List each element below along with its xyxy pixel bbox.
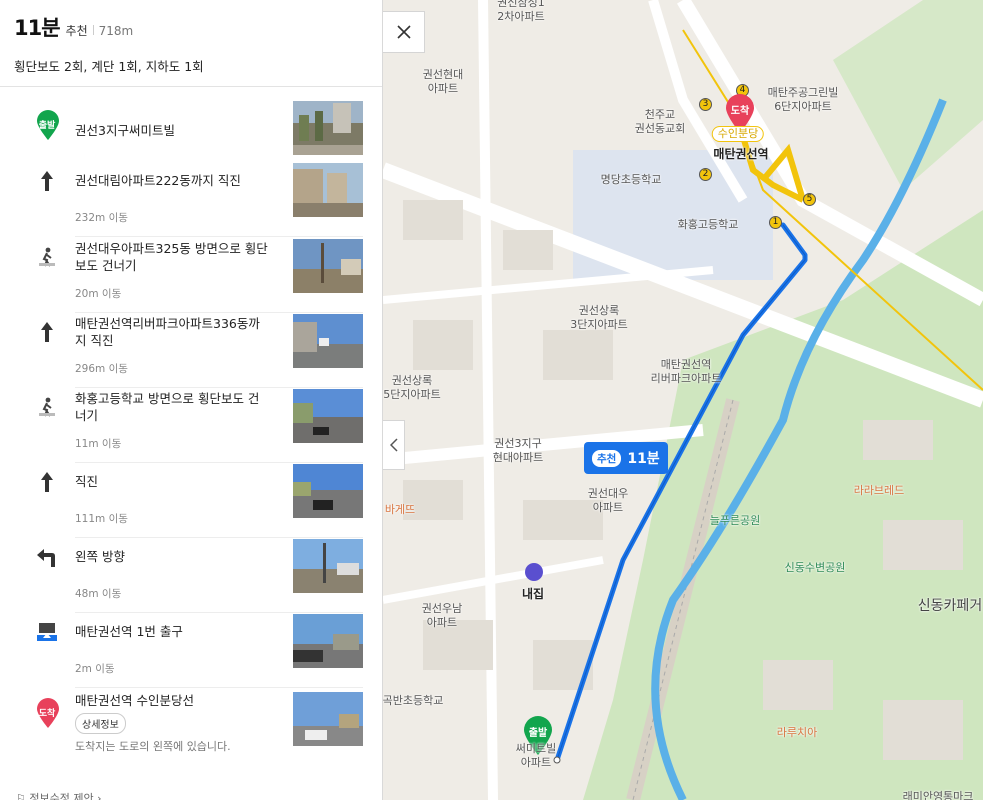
map-label: 라라브레드 (853, 484, 905, 497)
map-canvas[interactable]: 4 3 2 5 1 도착 수인분당 출발 권선삼성1 2차아파트 권선현대 아파트 … (383, 0, 983, 800)
exit-3-marker[interactable]: 3 (699, 98, 712, 111)
map-label-home[interactable]: 내집 (522, 587, 544, 601)
map-label: 권선상록 3단지아파트 (570, 304, 628, 331)
step-label: 직진 (75, 474, 99, 489)
close-button[interactable] (383, 11, 425, 53)
arrival-note: 도착지는 도로의 왼쪽에 있습니다. (75, 740, 231, 753)
step-distance: 232m 이동 (75, 212, 128, 224)
street-view-thumbnail[interactable] (293, 464, 363, 518)
street-view-thumbnail[interactable] (293, 314, 363, 368)
route-bubble-tag: 추천 (592, 449, 622, 467)
step-item[interactable]: 왼쪽 방향 48m 이동 (0, 526, 382, 601)
street-view-thumbnail[interactable] (293, 163, 363, 217)
step-distance: 20m 이동 (75, 288, 122, 300)
map-label: 천주교 권선동교회 (634, 108, 686, 135)
exit-2-marker[interactable]: 2 (699, 168, 712, 181)
route-summary: 11분 추천 718m 횡단보도 2회, 계단 1회, 지하도 1회 (0, 0, 382, 87)
step-label: 매탄권선역 수인분당선 (75, 693, 194, 708)
divider (92, 25, 94, 35)
route-bubble-time: 11분 (627, 451, 660, 467)
crosswalk-icon (34, 394, 60, 420)
subway-exit-icon (34, 619, 60, 645)
arrival-map-pin-label: 도착 (730, 106, 750, 117)
step-label: 매탄권선역리버파크아파트336동까지 직진 (75, 316, 260, 348)
detail-info-button[interactable]: 상세정보 (75, 713, 126, 734)
collapse-panel-button[interactable] (383, 420, 405, 470)
route-distance: 718m (98, 24, 134, 38)
map-label: 신동수변공원 (784, 561, 846, 574)
street-view-thumbnail[interactable] (293, 239, 363, 293)
exit-1-marker[interactable]: 1 (769, 216, 782, 229)
step-item[interactable]: 매탄권선역리버파크아파트336동까지 직진 296m 이동 (0, 301, 382, 376)
street-view-thumbnail[interactable] (293, 539, 363, 593)
suggest-edit-link[interactable]: ⚐ 정보수정 제안 › (16, 790, 101, 800)
straight-arrow-icon (34, 469, 60, 495)
departure-badge: 출발 (38, 121, 56, 131)
route-time-bubble[interactable]: 추천 11분 (584, 442, 668, 474)
step-item[interactable]: 권선대우아파트325동 방면으로 횡단보도 건너기 20m 이동 (0, 226, 382, 301)
step-item[interactable]: 매탄권선역 1번 출구 2m 이동 (0, 601, 382, 676)
map-label: 늘푸른공원 (709, 514, 761, 527)
chevron-right-icon: › (97, 792, 102, 800)
map-label-station[interactable]: 매탄권선역 (713, 147, 768, 161)
chevron-left-icon (389, 438, 398, 452)
step-item[interactable]: 권선대림아파트222동까지 직진 232m 이동 (0, 150, 382, 225)
turn-left-arrow-icon (34, 544, 60, 570)
route-obstacles: 횡단보도 2회, 계단 1회, 지하도 1회 (14, 59, 204, 74)
close-icon (396, 25, 411, 39)
straight-arrow-icon (34, 319, 60, 345)
step-item[interactable]: 화홍고등학교 방면으로 횡단보도 건너기 11m 이동 (0, 376, 382, 451)
departure-map-pin-label: 출발 (528, 728, 548, 739)
map-label: 라루치아 (776, 726, 818, 739)
map-label: 써미트빌 아파트 (515, 742, 557, 769)
step-item[interactable]: 직진 111m 이동 (0, 451, 382, 526)
street-view-thumbnail[interactable] (293, 101, 363, 155)
route-time: 11분 (14, 16, 61, 40)
street-view-thumbnail[interactable] (293, 614, 363, 668)
straight-arrow-icon (34, 168, 60, 194)
subway-line-label: 수인분당 (711, 126, 765, 142)
step-distance: 111m 이동 (75, 513, 128, 525)
step-label: 왼쪽 방향 (75, 549, 125, 564)
map-label: 매탄권선역 리버파크아파트 (650, 358, 722, 385)
step-label: 권선3지구써미트빌 (75, 123, 175, 138)
street-view-thumbnail[interactable] (293, 389, 363, 443)
recommend-tag: 추천 (65, 24, 88, 38)
map-label: 곡반초등학교 (383, 694, 444, 707)
home-marker-icon[interactable] (525, 563, 543, 581)
route-panel: 11분 추천 718m 횡단보도 2회, 계단 1회, 지하도 1회 출발 권선… (0, 0, 383, 800)
flag-icon: ⚐ (16, 792, 30, 800)
map-label: 권선삼성1 2차아파트 (497, 0, 545, 23)
street-view-thumbnail[interactable] (293, 692, 363, 746)
map-label: 권선우남 아파트 (421, 602, 463, 629)
arrival-pin-icon: 도착 (35, 698, 61, 728)
step-distance: 11m 이동 (75, 438, 122, 450)
map-label: 권선상록 5단지아파트 (383, 374, 441, 401)
step-distance: 48m 이동 (75, 588, 122, 600)
step-label: 매탄권선역 1번 출구 (75, 624, 183, 639)
departure-pin-icon: 출발 (35, 110, 61, 140)
map-label: 화홍고등학교 (677, 218, 739, 231)
arrival-badge: 도착 (38, 709, 56, 719)
step-distance: 296m 이동 (75, 363, 128, 375)
suggest-edit-label: 정보수정 제안 (29, 792, 94, 800)
map-label: 권선3지구 현대아파트 (492, 437, 544, 464)
map-label: 권선대우 아파트 (587, 487, 629, 514)
map-label: 명당초등학교 (600, 173, 662, 186)
crosswalk-icon (34, 244, 60, 270)
exit-5-marker[interactable]: 5 (803, 193, 816, 206)
map-label: 매탄주공그린빌 6단지아파트 (767, 86, 839, 113)
step-label: 권선대우아파트325동 방면으로 횡단보도 건너기 (75, 241, 268, 273)
step-label: 권선대림아파트222동까지 직진 (75, 173, 241, 188)
step-distance: 2m 이동 (75, 663, 115, 675)
map-label: 신동카페거 (917, 598, 983, 614)
map-label: 바게뜨 (384, 503, 416, 516)
map-label: 래미안영통마크 (902, 790, 974, 800)
map-label: 권선현대 아파트 (422, 68, 464, 95)
step-label: 화홍고등학교 방면으로 횡단보도 건너기 (75, 391, 260, 423)
